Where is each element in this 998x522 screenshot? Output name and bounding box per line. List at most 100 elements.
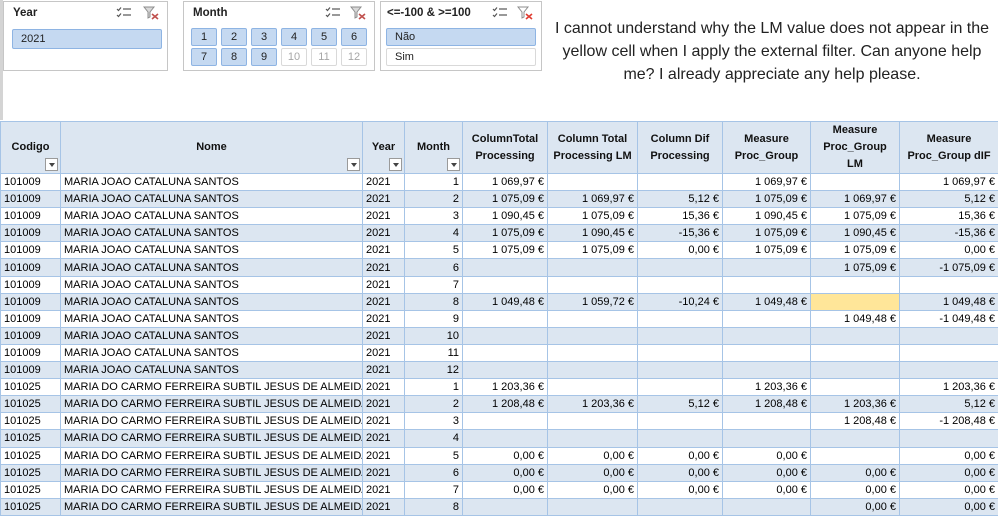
cell-column-total-processing[interactable]: 0,00 €	[462, 446, 548, 465]
cell-measure-proc-group[interactable]: 0,00 €	[722, 446, 811, 465]
cell-measure-proc-group[interactable]: 1 049,48 €	[722, 292, 811, 311]
cell-measure-proc-group-dif[interactable]: -15,36 €	[899, 224, 998, 243]
cell-year[interactable]: 2021	[362, 412, 405, 431]
cell-nome[interactable]: MARIA JOAO CATALUNA SANTOS	[60, 275, 363, 294]
cell-nome[interactable]: MARIA DO CARMO FERREIRA SUBTIL JESUS DE …	[60, 395, 363, 414]
cell-column-total-processing[interactable]	[462, 275, 548, 294]
cell-column-total-processing-lm[interactable]: 0,00 €	[547, 480, 638, 499]
cell-measure-proc-group-dif[interactable]	[899, 429, 998, 448]
cell-year[interactable]: 2021	[362, 326, 405, 345]
multi-select-icon[interactable]	[325, 6, 341, 20]
cell-codigo[interactable]: 101009	[0, 241, 61, 260]
cell-column-dif-processing[interactable]: 5,12 €	[637, 190, 723, 209]
cell-measure-proc-group-lm[interactable]	[810, 172, 900, 192]
cell-nome[interactable]: MARIA JOAO CATALUNA SANTOS	[60, 292, 363, 311]
cell-column-total-processing[interactable]: 1 203,36 €	[462, 378, 548, 397]
cell-measure-proc-group[interactable]: 1 075,09 €	[722, 241, 811, 260]
cell-month[interactable]: 12	[404, 361, 463, 380]
cell-codigo[interactable]: 101025	[0, 480, 61, 499]
cell-measure-proc-group-lm[interactable]	[810, 326, 900, 345]
cell-year[interactable]: 2021	[362, 446, 405, 465]
cell-measure-proc-group-dif[interactable]: 0,00 €	[899, 463, 998, 482]
cell-nome[interactable]: MARIA JOAO CATALUNA SANTOS	[60, 343, 363, 363]
cell-measure-proc-group-dif[interactable]: 0,00 €	[899, 480, 998, 499]
cell-codigo[interactable]: 101009	[0, 292, 61, 311]
cell-measure-proc-group-lm[interactable]: 0,00 €	[810, 497, 900, 516]
cell-column-total-processing-lm[interactable]: 1 075,09 €	[547, 207, 638, 226]
cell-measure-proc-group-dif[interactable]: -1 208,48 €	[899, 412, 998, 431]
cell-nome[interactable]: MARIA JOAO CATALUNA SANTOS	[60, 309, 363, 328]
month-slicer-item-3[interactable]: 3	[251, 28, 277, 46]
month-slicer-item-6[interactable]: 6	[341, 28, 367, 46]
cell-column-total-processing-lm[interactable]: 1 069,97 €	[547, 190, 638, 209]
filter-dropdown-icon[interactable]	[45, 158, 58, 171]
cell-measure-proc-group[interactable]: 1 075,09 €	[722, 224, 811, 243]
month-slicer-item-5[interactable]: 5	[311, 28, 337, 46]
cell-year[interactable]: 2021	[362, 258, 405, 277]
cell-year[interactable]: 2021	[362, 275, 405, 294]
cell-measure-proc-group-lm[interactable]	[810, 275, 900, 294]
cell-column-dif-processing[interactable]: 5,12 €	[637, 395, 723, 414]
cell-column-dif-processing[interactable]	[637, 172, 723, 192]
cell-column-total-processing-lm[interactable]: 1 075,09 €	[547, 241, 638, 260]
cell-year[interactable]: 2021	[362, 207, 405, 226]
cell-year[interactable]: 2021	[362, 429, 405, 448]
clear-filter-icon[interactable]	[517, 6, 533, 20]
cell-month[interactable]: 6	[404, 258, 463, 277]
cell-measure-proc-group-dif[interactable]: 1 203,36 €	[899, 378, 998, 397]
filter-dropdown-icon[interactable]	[389, 158, 402, 171]
cell-codigo[interactable]: 101009	[0, 207, 61, 226]
cell-measure-proc-group-lm[interactable]	[810, 429, 900, 448]
cell-measure-proc-group[interactable]: 1 069,97 €	[722, 172, 811, 192]
cell-column-dif-processing[interactable]	[637, 412, 723, 431]
cell-column-total-processing[interactable]	[462, 429, 548, 448]
cell-measure-proc-group[interactable]	[722, 326, 811, 345]
cell-measure-proc-group[interactable]: 1 208,48 €	[722, 395, 811, 414]
cell-month[interactable]: 7	[404, 275, 463, 294]
clear-filter-icon[interactable]	[143, 6, 159, 20]
cell-nome[interactable]: MARIA JOAO CATALUNA SANTOS	[60, 207, 363, 226]
cell-measure-proc-group-lm[interactable]: 1 075,09 €	[810, 241, 900, 260]
header-month[interactable]: Month	[404, 121, 463, 174]
cell-column-total-processing-lm[interactable]	[547, 429, 638, 448]
cell-column-total-processing[interactable]	[462, 361, 548, 380]
cell-month[interactable]: 2	[404, 190, 463, 209]
cell-month[interactable]: 8	[404, 497, 463, 516]
cell-year[interactable]: 2021	[362, 378, 405, 397]
month-slicer-item-8[interactable]: 8	[221, 48, 247, 66]
range-slicer-item-nao[interactable]: Não	[386, 28, 536, 46]
cell-column-total-processing-lm[interactable]: 0,00 €	[547, 463, 638, 482]
cell-column-total-processing-lm[interactable]	[547, 275, 638, 294]
cell-measure-proc-group-lm[interactable]: 0,00 €	[810, 480, 900, 499]
cell-measure-proc-group-lm[interactable]	[810, 378, 900, 397]
cell-column-total-processing[interactable]: 1 090,45 €	[462, 207, 548, 226]
cell-column-total-processing-lm[interactable]	[547, 378, 638, 397]
cell-measure-proc-group-dif[interactable]: 5,12 €	[899, 190, 998, 209]
cell-column-total-processing-lm[interactable]: 0,00 €	[547, 446, 638, 465]
clear-filter-icon[interactable]	[350, 6, 366, 20]
cell-measure-proc-group-lm[interactable]: 1 203,36 €	[810, 395, 900, 414]
cell-month[interactable]: 6	[404, 463, 463, 482]
filter-dropdown-icon[interactable]	[447, 158, 460, 171]
cell-column-total-processing[interactable]: 1 069,97 €	[462, 172, 548, 192]
cell-month[interactable]: 4	[404, 429, 463, 448]
cell-column-total-processing[interactable]: 1 208,48 €	[462, 395, 548, 414]
cell-nome[interactable]: MARIA DO CARMO FERREIRA SUBTIL JESUS DE …	[60, 429, 363, 448]
month-slicer-item-12[interactable]: 12	[341, 48, 367, 66]
cell-measure-proc-group[interactable]	[722, 497, 811, 516]
cell-column-total-processing[interactable]: 1 075,09 €	[462, 241, 548, 260]
cell-column-dif-processing[interactable]	[637, 326, 723, 345]
cell-month[interactable]: 3	[404, 207, 463, 226]
year-slicer-item-2021[interactable]: 2021	[12, 29, 162, 49]
cell-nome[interactable]: MARIA JOAO CATALUNA SANTOS	[60, 326, 363, 345]
cell-nome[interactable]: MARIA JOAO CATALUNA SANTOS	[60, 190, 363, 209]
cell-column-total-processing[interactable]	[462, 326, 548, 345]
cell-codigo[interactable]: 101025	[0, 395, 61, 414]
cell-measure-proc-group-lm[interactable]: 1 090,45 €	[810, 224, 900, 243]
cell-measure-proc-group[interactable]: 1 090,45 €	[722, 207, 811, 226]
cell-column-dif-processing[interactable]: 15,36 €	[637, 207, 723, 226]
cell-year[interactable]: 2021	[362, 480, 405, 499]
cell-column-total-processing[interactable]: 1 075,09 €	[462, 224, 548, 243]
cell-codigo[interactable]: 101009	[0, 309, 61, 328]
cell-measure-proc-group-lm[interactable]	[810, 343, 900, 363]
